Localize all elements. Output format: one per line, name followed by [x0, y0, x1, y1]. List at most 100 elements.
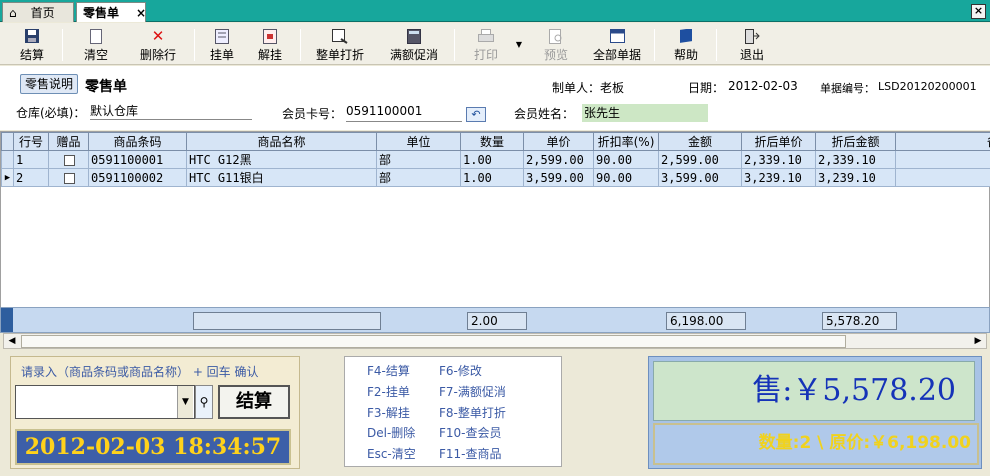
blank-page-icon [88, 28, 104, 44]
gift-checkbox-cell[interactable] [48, 168, 89, 187]
col-header[interactable]: 赠品 [48, 132, 89, 151]
help-label: 帮助 [673, 48, 698, 62]
retail-help-button[interactable]: 零售说明 [20, 74, 78, 94]
settle-label: 结算 [19, 48, 44, 62]
preview-button[interactable]: 预览 [532, 25, 580, 63]
chevron-down-icon[interactable]: ▼ [177, 386, 193, 418]
unit-cell[interactable]: 部 [376, 150, 461, 169]
horizontal-scrollbar[interactable]: ◀ ▶ [3, 333, 987, 349]
toolbar-separator [654, 29, 655, 61]
maker-label: 制单人： [552, 81, 601, 95]
price-cell[interactable]: 3,599.00 [523, 168, 594, 187]
scroll-right-icon[interactable]: ▶ [971, 335, 985, 348]
grid-summary-bar: 2.00 6,198.00 5,578.20 [0, 307, 990, 333]
shortcut-item: F8-整单打折 [439, 406, 506, 420]
col-header[interactable]: 折扣率(%) [593, 132, 659, 151]
toolbar-separator [62, 29, 63, 61]
hang-button[interactable]: 挂单 [200, 25, 244, 63]
col-header[interactable]: 折后金额 [815, 132, 896, 151]
discount-cell[interactable]: 90.00 [593, 150, 659, 169]
toolbar-separator [716, 29, 717, 61]
shortcut-item: F4-结算 [367, 364, 410, 378]
barcode-input[interactable] [15, 385, 195, 419]
maker-value: 老板 [600, 81, 625, 95]
all-docs-label: 全部单据 [592, 48, 641, 62]
remark-cell[interactable] [895, 150, 990, 169]
gift-checkbox[interactable] [64, 172, 75, 184]
scroll-thumb[interactable] [21, 335, 846, 348]
row-number: 1 [13, 150, 49, 169]
amount-cell: 2,599.00 [658, 150, 742, 169]
col-header[interactable]: 行号 [13, 132, 49, 151]
member-card-field[interactable]: 0591100001 [346, 104, 462, 122]
barcode-cell[interactable]: 0591100002 [88, 168, 187, 187]
page-title: 零售单 [85, 79, 127, 95]
all-docs-button[interactable]: 全部单据 [586, 25, 648, 63]
summary-name-box [193, 312, 381, 330]
help-button[interactable]: 帮助 [664, 25, 708, 63]
whole-discount-button[interactable]: 整单打折 [308, 25, 372, 63]
sale-total: 售:￥5,578.20 [653, 361, 975, 421]
shortcut-item: F3-解挂 [367, 406, 410, 420]
doc-no-value: LSD20120200001 [878, 80, 977, 93]
settle-big-button[interactable]: 结算 [218, 385, 290, 419]
product-name-cell[interactable]: HTC G11银白 [186, 168, 377, 187]
summary-amount: 6,198.00 [666, 312, 746, 330]
date-label: 日期： [688, 81, 725, 95]
member-lookup-icon[interactable]: ↶ [466, 107, 486, 122]
col-header[interactable]: 数量 [460, 132, 524, 151]
product-name-cell[interactable]: HTC G12黑 [186, 150, 377, 169]
col-header[interactable]: 商品条码 [88, 132, 187, 151]
warehouse-field[interactable]: 默认仓库 [90, 102, 252, 120]
exit-button[interactable]: 退出 [728, 25, 776, 63]
row-header[interactable] [1, 150, 14, 169]
discount-cell[interactable]: 90.00 [593, 168, 659, 187]
gift-checkbox-cell[interactable] [48, 150, 89, 169]
col-header[interactable]: 折后单价 [741, 132, 816, 151]
product-table: 行号 赠品 商品条码 商品名称 单位 数量 单价 折扣率(%) 金额 折后单价 … [1, 132, 990, 187]
disc-amount-cell: 2,339.10 [815, 150, 896, 169]
print-dropdown-icon[interactable]: ▼ [512, 25, 526, 63]
tab-home[interactable]: ⌂ 首页 [2, 2, 74, 22]
col-header[interactable]: 备注 [895, 132, 990, 151]
row-number: 2 [13, 168, 49, 187]
summary-qty: 2.00 [467, 312, 527, 330]
unit-cell[interactable]: 部 [376, 168, 461, 187]
tab-close-icon[interactable]: × [130, 3, 152, 23]
remark-cell[interactable] [895, 168, 990, 187]
clear-label: 清空 [83, 48, 108, 62]
settle-button[interactable]: 结算 [8, 25, 56, 63]
gift-checkbox[interactable] [64, 154, 75, 166]
scroll-left-icon[interactable]: ◀ [5, 335, 19, 348]
hang-doc-icon [214, 28, 230, 44]
shortcut-item: F6-修改 [439, 364, 482, 378]
col-header[interactable]: 单位 [376, 132, 461, 151]
disc-amount-cell: 3,239.10 [815, 168, 896, 187]
table-row[interactable]: 1 0591100001 HTC G12黑 部 1.00 2,599.00 90… [1, 150, 990, 169]
price-cell[interactable]: 2,599.00 [523, 150, 594, 169]
preview-label: 预览 [543, 48, 568, 62]
summary-disc-amount: 5,578.20 [822, 312, 897, 330]
date-value: 2012-02-03 [728, 79, 798, 93]
qty-cell[interactable]: 1.00 [460, 168, 524, 187]
barcode-cell[interactable]: 0591100001 [88, 150, 187, 169]
col-header[interactable]: 商品名称 [186, 132, 377, 151]
row-header-current[interactable]: ▶ [1, 168, 14, 187]
window-close-button[interactable]: × [971, 4, 986, 19]
shortcut-item: F2-挂单 [367, 385, 410, 399]
printer-icon [478, 28, 494, 44]
col-header[interactable]: 单价 [523, 132, 594, 151]
unhang-label: 解挂 [257, 48, 282, 62]
red-x-icon: ✕ [151, 27, 165, 45]
hang-label: 挂单 [209, 48, 234, 62]
table-row[interactable]: ▶ 2 0591100002 HTC G11银白 部 1.00 3,599.00… [1, 168, 990, 187]
promo-button[interactable]: 满额促消 [382, 25, 446, 63]
member-name-field[interactable]: 张先生 [582, 104, 708, 122]
qty-cell[interactable]: 1.00 [460, 150, 524, 169]
col-header[interactable]: 金额 [658, 132, 742, 151]
search-icon[interactable]: ⚲ [195, 385, 213, 419]
clear-button[interactable]: 清空 [72, 25, 120, 63]
print-button[interactable]: 打印 [462, 25, 510, 63]
unhang-button[interactable]: 解挂 [248, 25, 292, 63]
delete-row-button[interactable]: ✕ 删除行 [132, 25, 184, 63]
